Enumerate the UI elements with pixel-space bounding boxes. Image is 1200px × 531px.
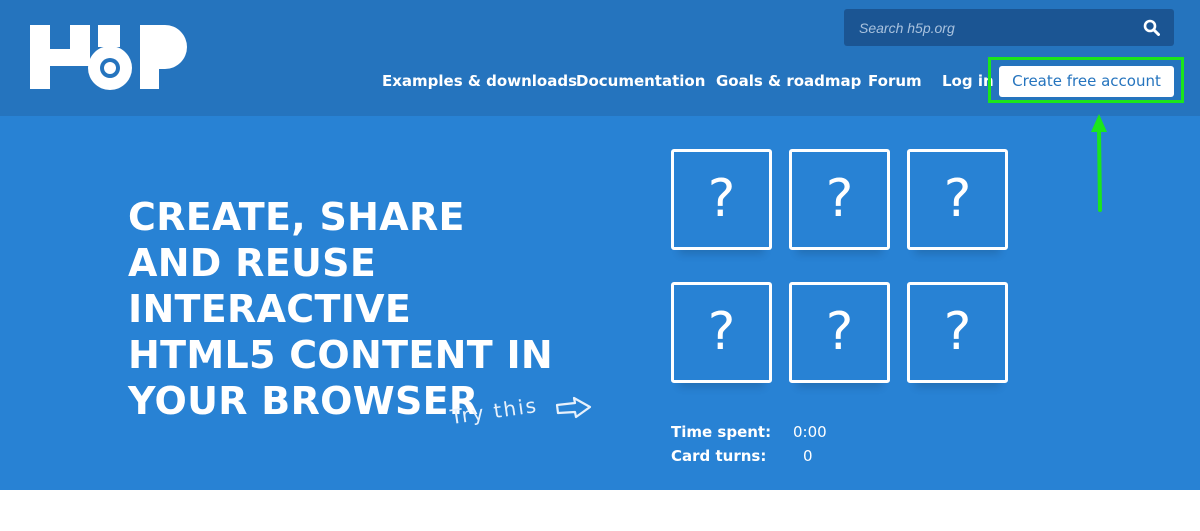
search-icon[interactable]	[1143, 19, 1160, 36]
memory-card[interactable]: ?	[907, 282, 1008, 383]
nav-examples-downloads[interactable]: Examples & downloads	[382, 72, 577, 92]
search-box	[844, 9, 1174, 46]
site-header: Examples & downloads Documentation Goals…	[0, 0, 1200, 116]
create-free-account-button[interactable]: Create free account	[999, 66, 1174, 97]
annotation-arrow-icon	[1091, 114, 1107, 212]
memory-card[interactable]: ?	[671, 282, 772, 383]
hero-section: CREATE, SHARE AND REUSE INTERACTIVE HTML…	[0, 116, 1200, 490]
h5p-logo[interactable]	[30, 22, 190, 92]
arrow-right-icon	[555, 396, 592, 419]
card-turns-label: Card turns:	[671, 447, 767, 465]
nav-forum[interactable]: Forum	[868, 72, 922, 92]
memory-card[interactable]: ?	[789, 149, 890, 250]
hero-title: CREATE, SHARE AND REUSE INTERACTIVE HTML…	[128, 195, 553, 423]
nav-log-in[interactable]: Log in	[942, 72, 994, 92]
time-spent-label: Time spent:	[671, 423, 772, 441]
memory-card[interactable]: ?	[789, 282, 890, 383]
memory-card[interactable]: ?	[671, 149, 772, 250]
search-input[interactable]	[844, 9, 1134, 46]
nav-goals-roadmap[interactable]: Goals & roadmap	[716, 72, 861, 92]
time-spent-value: 0:00	[793, 423, 827, 441]
memory-card[interactable]: ?	[907, 149, 1008, 250]
card-turns-value: 0	[803, 447, 813, 465]
nav-documentation[interactable]: Documentation	[576, 72, 705, 92]
